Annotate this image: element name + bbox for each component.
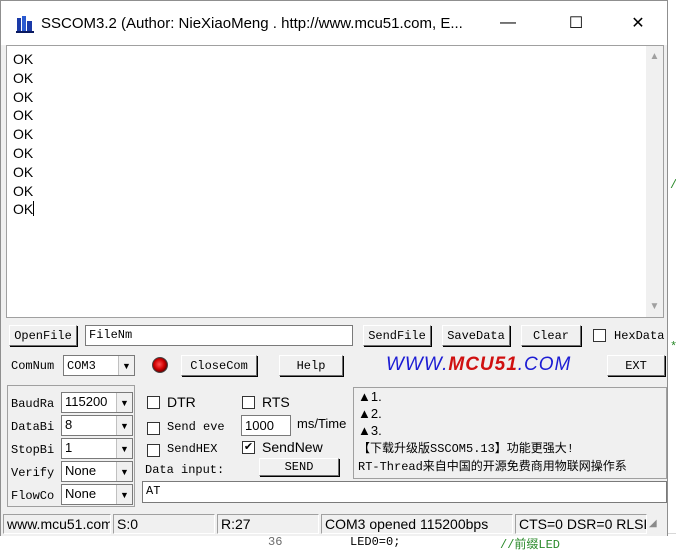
receive-line: OK [13, 182, 34, 199]
brand-suffix: .COM [517, 354, 572, 375]
info-panel: ▲1. ▲2. ▲3. 【下载升级版SSCOM5.13】功能更强大! RT-Th… [353, 387, 667, 479]
info-line: ▲3. [358, 423, 382, 438]
close-com-button[interactable]: CloseCom [181, 355, 257, 376]
maximize-icon: ☐ [568, 15, 584, 32]
data-input-label: Data input: [145, 463, 225, 477]
status-bar: www.mcu51.com S:0 R:27 COM3 opened 11520… [1, 512, 667, 536]
flowcontrol-select[interactable]: None ▼ [61, 484, 133, 505]
chevron-down-icon: ▼ [116, 439, 132, 458]
clear-button[interactable]: Clear [521, 325, 581, 346]
receive-line: OK [13, 144, 34, 161]
baudrate-select[interactable]: 115200 ▼ [61, 392, 133, 413]
flowcontrol-label: FlowCo [11, 489, 55, 503]
send-hex-label: SendHEX [167, 442, 218, 456]
hexdata-label: HexData [614, 329, 665, 343]
chevron-down-icon: ▼ [118, 356, 134, 375]
download-link[interactable]: 【下载升级版SSCOM5.13】功能更强大! [354, 440, 666, 458]
port-status-lamp-icon [152, 357, 168, 373]
status-received-count: R:27 [217, 514, 319, 534]
minimize-icon: — [500, 14, 516, 31]
rt-thread-link[interactable]: RT-Thread来自中国的开源免费商用物联网操作系 [354, 458, 666, 476]
sscom-window: SSCOM3.2 (Author: NieXiaoMeng . http://w… [0, 0, 668, 536]
help-button[interactable]: Help [279, 355, 343, 376]
verify-select[interactable]: None ▼ [61, 461, 133, 482]
comnum-label: ComNum [11, 359, 55, 373]
scroll-down-icon[interactable]: ▼ [646, 298, 663, 315]
stopbits-label: StopBi [11, 443, 55, 457]
rts-label: RTS [262, 394, 290, 410]
comnum-value: COM3 [67, 359, 96, 373]
chevron-down-icon: ▼ [116, 462, 132, 481]
receive-scrollbar[interactable]: ▲ ▼ [646, 46, 663, 317]
verify-value: None [65, 463, 97, 478]
stopbits-select[interactable]: 1 ▼ [61, 438, 133, 459]
chevron-down-icon: ▼ [116, 393, 132, 412]
bg-code-fragment: * [670, 340, 676, 354]
baudrate-value: 115200 [65, 394, 108, 409]
app-icon [16, 16, 34, 33]
send-new-checkbox[interactable]: ✔ [242, 441, 255, 454]
send-every-label: Send eve [167, 420, 225, 434]
close-button[interactable]: ✕ [615, 1, 661, 45]
receive-line: OK [13, 201, 34, 218]
info-line: ▲1. [358, 389, 382, 404]
receive-line: OK [13, 163, 34, 180]
open-file-button[interactable]: OpenFile [9, 325, 77, 346]
flowcontrol-value: None [65, 486, 97, 501]
hexdata-checkbox[interactable] [593, 329, 606, 342]
window-title: SSCOM3.2 (Author: NieXiaoMeng . http://w… [41, 15, 463, 32]
send-every-checkbox[interactable] [147, 422, 160, 435]
rts-checkbox[interactable] [242, 396, 255, 409]
databits-label: DataBi [11, 420, 55, 434]
file-name-field[interactable]: FileNm [85, 325, 353, 346]
interval-unit-label: ms/Time [297, 416, 347, 431]
resize-grip-icon[interactable]: ◢ [649, 518, 663, 532]
receive-line: OK [13, 51, 34, 67]
close-icon: ✕ [631, 15, 645, 32]
receive-area[interactable]: OK OK OK OK OK OK OK OK OK ▲ ▼ [6, 45, 664, 318]
brand-prefix: WWW. [386, 354, 449, 375]
databits-value: 8 [65, 417, 73, 432]
baudrate-label: BaudRa [11, 397, 55, 411]
databits-select[interactable]: 8 ▼ [61, 415, 133, 436]
bg-code-comment: //前缀LED [500, 538, 561, 552]
status-port: COM3 opened 115200bps [321, 514, 513, 534]
send-new-label: SendNew [262, 439, 323, 455]
chevron-down-icon: ▼ [116, 485, 132, 504]
scroll-up-icon[interactable]: ▲ [646, 48, 663, 65]
verify-label: Verify [11, 466, 55, 480]
title-bar[interactable]: SSCOM3.2 (Author: NieXiaoMeng . http://w… [1, 1, 667, 45]
dtr-label: DTR [167, 394, 196, 410]
brand-link[interactable]: WWW.MCU51.COM [386, 354, 571, 376]
status-sent-count: S:0 [113, 514, 215, 534]
bg-code-text: LED0=0; [350, 535, 401, 549]
receive-text: OK OK OK OK OK OK OK OK OK [13, 50, 35, 219]
maximize-button[interactable]: ☐ [553, 1, 599, 45]
brand-name: MCU51 [448, 354, 518, 375]
status-lines: CTS=0 DSR=0 RLSD=0 [515, 514, 647, 534]
comnum-select[interactable]: COM3 ▼ [63, 355, 135, 376]
send-button[interactable]: SEND [259, 458, 339, 476]
send-hex-checkbox[interactable] [147, 444, 160, 457]
receive-line: OK [13, 88, 34, 105]
minimize-button[interactable]: — [485, 1, 531, 45]
bg-line-number: 36 [268, 535, 283, 549]
save-data-button[interactable]: SaveData [442, 325, 510, 346]
stopbits-value: 1 [65, 440, 73, 455]
send-file-button[interactable]: SendFile [363, 325, 431, 346]
receive-line: OK [13, 69, 34, 86]
dtr-checkbox[interactable] [147, 396, 160, 409]
interval-input[interactable]: 1000 [241, 415, 291, 436]
ext-button[interactable]: EXT [607, 355, 665, 376]
text-caret [33, 201, 35, 217]
chevron-down-icon: ▼ [116, 416, 132, 435]
receive-line: OK [13, 126, 34, 143]
status-url: www.mcu51.com [3, 514, 111, 534]
data-input-field[interactable]: AT [142, 481, 667, 503]
receive-line: OK [13, 107, 34, 124]
info-line: ▲2. [358, 406, 382, 421]
bg-code-fragment: / [670, 178, 676, 192]
